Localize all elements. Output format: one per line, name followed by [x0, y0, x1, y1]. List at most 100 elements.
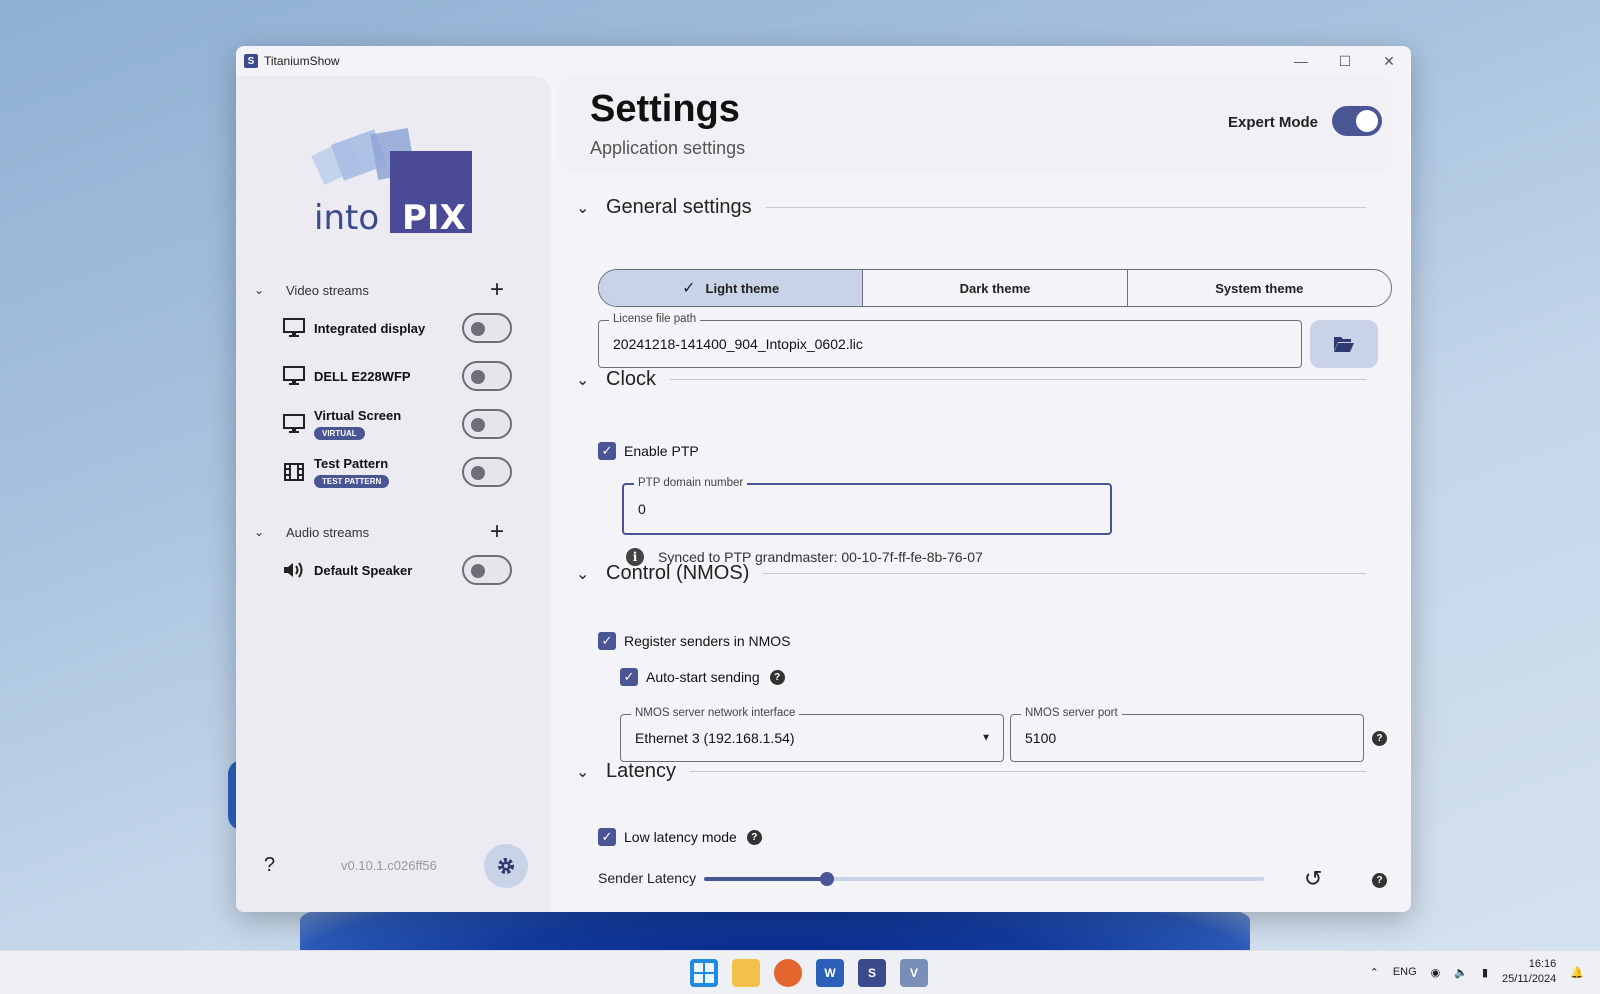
chevron-down-icon[interactable]: ⌄: [254, 283, 274, 297]
license-path-field[interactable]: License file path 20241218-141400_904_In…: [598, 313, 1302, 368]
chevron-down-icon[interactable]: ⌄: [576, 762, 606, 782]
main-content: Settings Application settings Expert Mod…: [550, 76, 1411, 912]
nmos-interface-label: NMOS server network interface: [631, 707, 800, 719]
stream-name: Test Pattern: [314, 455, 389, 471]
help-button[interactable]: ?: [264, 854, 275, 877]
minimize-button[interactable]: —: [1279, 46, 1323, 76]
video-streams-header[interactable]: ⌄ Video streams +: [254, 278, 504, 302]
notification-bell-icon[interactable]: 🔔: [1570, 966, 1584, 979]
stream-item[interactable]: DELL E228WFP: [282, 356, 512, 396]
add-audio-stream-button[interactable]: +: [490, 520, 504, 544]
version-label: v0.10.1.c026ff56: [341, 858, 437, 873]
section-divider: [765, 207, 1366, 208]
clock-header[interactable]: ⌄ Clock: [576, 368, 1366, 391]
help-icon[interactable]: ?: [1372, 873, 1387, 888]
stream-toggle[interactable]: [462, 313, 512, 343]
settings-button[interactable]: [484, 844, 528, 888]
film-icon: [282, 463, 306, 481]
system-tray: ⌃ ENG ◉ 🔈 ▮ 16:16 25/11/2024 🔔: [1370, 957, 1584, 987]
latency-header[interactable]: ⌄ Latency: [576, 760, 1366, 783]
general-settings-header[interactable]: ⌄ General settings: [576, 196, 1366, 219]
close-button[interactable]: ✕: [1367, 46, 1411, 76]
help-icon[interactable]: ?: [1372, 731, 1387, 746]
chevron-up-icon[interactable]: ⌃: [1370, 966, 1379, 979]
stream-item[interactable]: Test Pattern TEST PATTERN: [282, 452, 512, 492]
language-indicator[interactable]: ENG: [1393, 966, 1417, 978]
stream-toggle[interactable]: [462, 555, 512, 585]
low-latency-row[interactable]: ✓ Low latency mode ?: [598, 828, 762, 846]
stream-name: DELL E228WFP: [314, 368, 411, 384]
stream-toggle[interactable]: [462, 457, 512, 487]
stream-name: Virtual Screen: [314, 407, 402, 423]
taskbar: W S V ⌃ ENG ◉ 🔈 ▮ 16:16 25/11/2024 🔔: [0, 950, 1600, 994]
help-icon[interactable]: ?: [769, 669, 785, 685]
firefox-icon[interactable]: [774, 959, 802, 987]
slider-thumb[interactable]: [820, 872, 835, 886]
taskbar-apps: W S V: [690, 959, 928, 987]
sidebar: into PIX ⌄ Video streams + Integrated di…: [236, 76, 550, 912]
folder-open-icon: [1334, 337, 1354, 352]
expert-mode-toggle[interactable]: [1332, 106, 1382, 136]
stream-item[interactable]: Virtual Screen VIRTUAL: [282, 404, 512, 444]
stream-toggle[interactable]: [462, 409, 512, 439]
slider-fill: [704, 877, 828, 881]
stream-name: Default Speaker: [314, 562, 413, 578]
light-theme-button[interactable]: ✓ Light theme: [599, 270, 864, 306]
nmos-interface-value: Ethernet 3 (192.168.1.54): [635, 730, 795, 746]
nmos-interface-select[interactable]: NMOS server network interface Ethernet 3…: [620, 707, 1004, 762]
app-icon: S: [244, 54, 258, 68]
battery-icon[interactable]: ▮: [1482, 966, 1488, 979]
register-nmos-row[interactable]: ✓ Register senders in NMOS: [598, 632, 791, 650]
system-theme-button[interactable]: System theme: [1128, 270, 1391, 306]
wifi-icon[interactable]: ◉: [1431, 966, 1441, 979]
auto-start-row[interactable]: ✓ Auto-start sending ?: [620, 668, 785, 686]
control-nmos-header[interactable]: ⌄ Control (NMOS): [576, 562, 1366, 585]
chevron-down-icon[interactable]: ⌄: [576, 198, 606, 218]
license-path-label: License file path: [609, 313, 701, 325]
section-divider: [670, 379, 1366, 380]
low-latency-checkbox[interactable]: ✓: [598, 828, 616, 846]
dark-theme-label: Dark theme: [959, 280, 1031, 296]
viewer-app-icon[interactable]: V: [900, 959, 928, 987]
chevron-down-icon[interactable]: ⌄: [576, 370, 606, 390]
gear-icon: [498, 858, 514, 874]
window-controls: — ☐ ✕: [1279, 46, 1411, 76]
auto-start-label: Auto-start sending: [646, 669, 760, 685]
logo-text-left: into: [314, 198, 379, 238]
general-settings-title: General settings: [606, 196, 752, 218]
add-video-stream-button[interactable]: +: [490, 278, 504, 302]
speaker-icon: [282, 560, 306, 580]
stream-item[interactable]: Default Speaker: [282, 550, 512, 590]
monitor-icon: [282, 318, 306, 338]
file-explorer-icon[interactable]: [732, 959, 760, 987]
taskbar-clock[interactable]: 16:16 25/11/2024: [1502, 957, 1556, 987]
browse-license-button[interactable]: [1310, 320, 1378, 368]
audio-streams-header[interactable]: ⌄ Audio streams +: [254, 520, 504, 544]
stream-toggle[interactable]: [462, 361, 512, 391]
volume-icon[interactable]: 🔈: [1454, 966, 1468, 979]
chevron-down-icon[interactable]: ⌄: [254, 525, 274, 539]
enable-ptp-checkbox[interactable]: ✓: [598, 442, 616, 460]
reset-icon[interactable]: ↺: [1304, 866, 1322, 892]
page-subtitle: Application settings: [590, 138, 746, 158]
dark-theme-button[interactable]: Dark theme: [863, 270, 1128, 306]
windows-start-icon[interactable]: [690, 959, 718, 987]
enable-ptp-row[interactable]: ✓ Enable PTP: [598, 442, 699, 460]
monitor-icon: [282, 366, 306, 386]
date-text: 25/11/2024: [1502, 973, 1557, 985]
window-title: TitaniumShow: [264, 54, 340, 68]
intopix-logo: into PIX: [311, 128, 472, 238]
stream-item[interactable]: Integrated display: [282, 308, 512, 348]
titaniumshow-icon[interactable]: S: [858, 959, 886, 987]
sender-latency-slider[interactable]: [704, 872, 1264, 886]
register-nmos-checkbox[interactable]: ✓: [598, 632, 616, 650]
caret-down-icon: ▼: [981, 732, 991, 744]
help-icon[interactable]: ?: [746, 829, 762, 845]
chevron-down-icon[interactable]: ⌄: [576, 564, 606, 584]
ptp-domain-input[interactable]: PTP domain number 0: [622, 477, 1112, 535]
auto-start-checkbox[interactable]: ✓: [620, 668, 638, 686]
nmos-port-input[interactable]: NMOS server port 5100: [1010, 707, 1364, 762]
word-icon[interactable]: W: [816, 959, 844, 987]
maximize-button[interactable]: ☐: [1323, 46, 1367, 76]
check-icon: ✓: [682, 280, 696, 297]
